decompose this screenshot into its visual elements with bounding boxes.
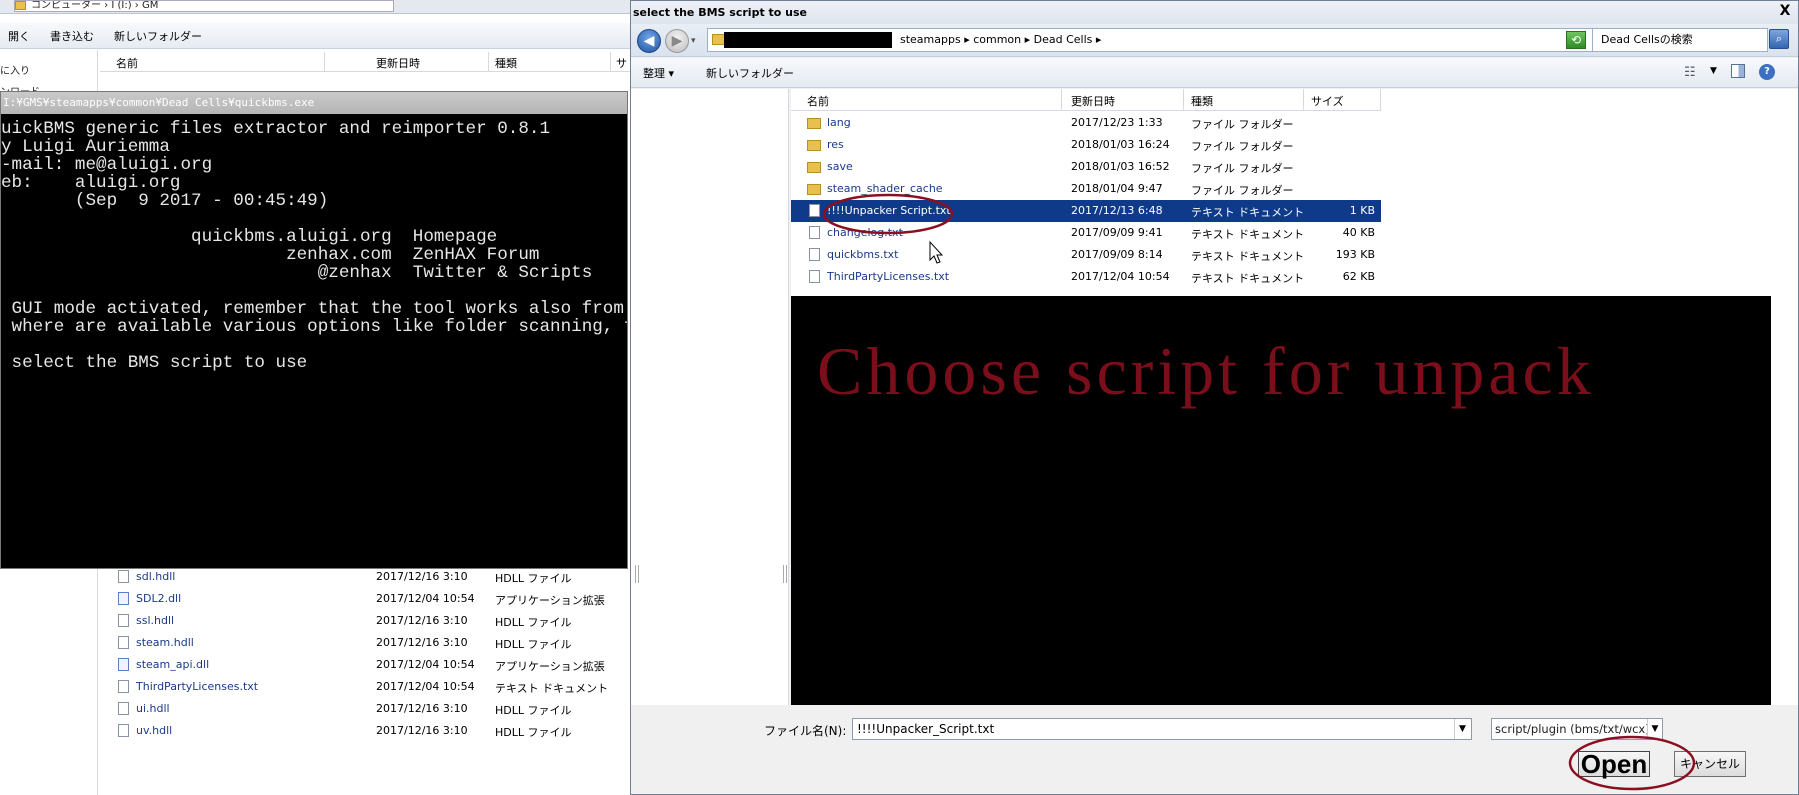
- mouse-cursor-icon: [929, 240, 944, 264]
- highlight-circle-selected-file: [822, 193, 954, 235]
- highlight-circle-open-button: [1568, 735, 1696, 791]
- annotation-layer: [822, 193, 1696, 791]
